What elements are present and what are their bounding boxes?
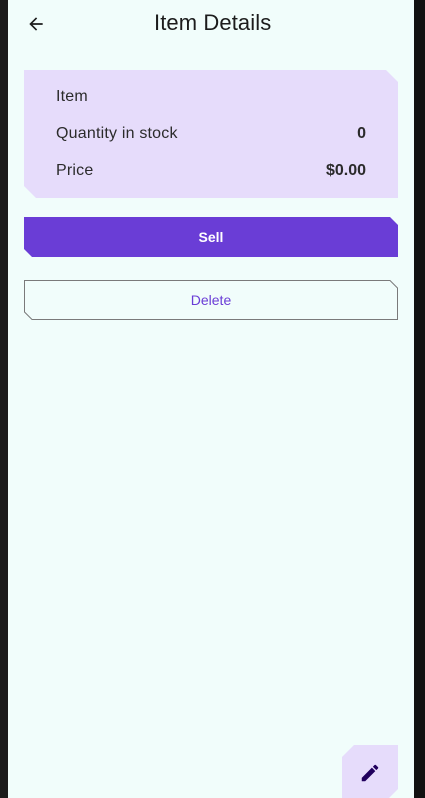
price-value: $0.00 <box>325 162 366 179</box>
device-bezel-edge <box>414 0 425 798</box>
edit-item-fab[interactable] <box>342 745 398 798</box>
page-title: Item Details <box>154 10 272 35</box>
price-row: Price $0.00 <box>56 162 366 186</box>
app-bar: Item Details <box>8 0 414 50</box>
item-name-label: Item <box>56 88 88 105</box>
back-button[interactable] <box>20 8 52 40</box>
device-frame: Item Details Item Quantity in stock 0 Pr… <box>0 0 425 798</box>
delete-button[interactable]: Delete <box>24 280 398 320</box>
arrow-back-icon <box>29 17 43 31</box>
item-name-row: Item <box>56 88 366 112</box>
item-details-card: Item Quantity in stock 0 Price $0.00 <box>24 70 398 198</box>
edit-pencil-icon <box>361 764 379 782</box>
item-details-screen: Item Details Item Quantity in stock 0 Pr… <box>8 0 414 798</box>
quantity-row: Quantity in stock 0 <box>56 125 366 149</box>
delete-button-container: Delete <box>24 280 398 320</box>
price-label: Price <box>56 162 94 179</box>
quantity-label: Quantity in stock <box>56 125 178 142</box>
quantity-value: 0 <box>357 125 366 142</box>
sell-button[interactable]: Sell <box>24 217 398 257</box>
